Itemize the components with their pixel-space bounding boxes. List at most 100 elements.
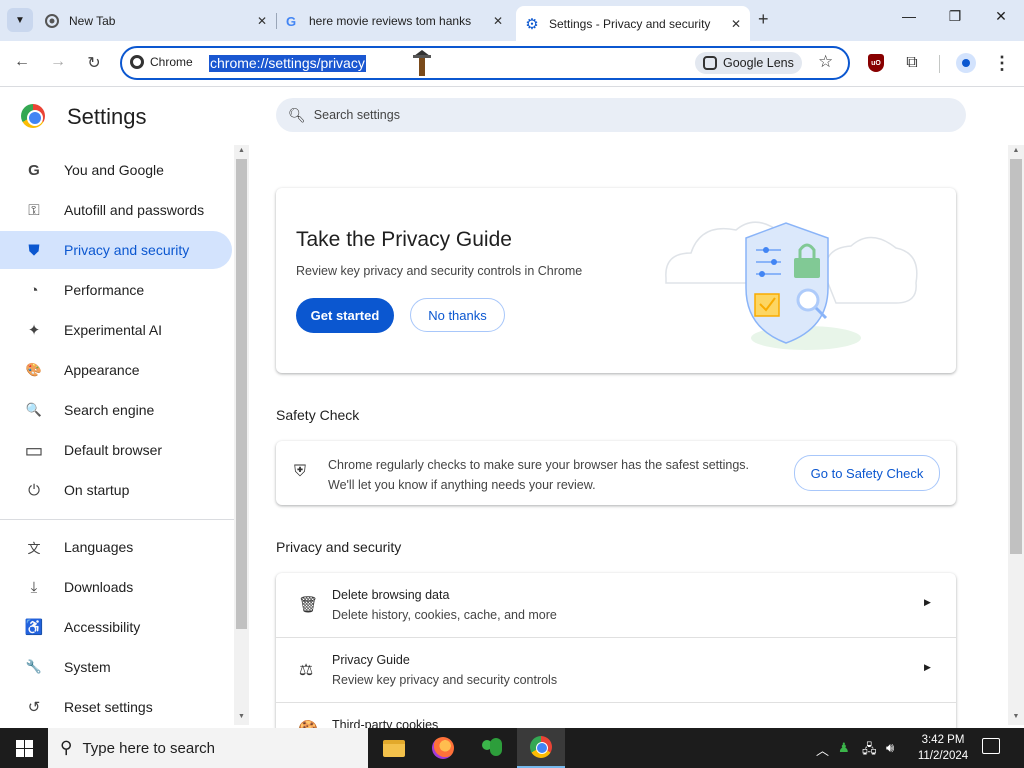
sidebar-item-label: Privacy and security bbox=[64, 242, 190, 258]
privacy-guide-title: Take the Privacy Guide bbox=[296, 228, 512, 251]
reload-button[interactable]: ↻ bbox=[82, 53, 106, 73]
people-tray-icon[interactable]: ♟ bbox=[838, 740, 850, 756]
search-placeholder: Search settings bbox=[313, 108, 400, 122]
scroll-down-icon[interactable]: ▼ bbox=[1008, 713, 1024, 720]
new-tab-button[interactable]: + bbox=[758, 9, 769, 30]
sidebar-item-accessibility[interactable]: ♿ Accessibility bbox=[0, 608, 232, 646]
site-info-chip[interactable]: Chrome bbox=[130, 55, 193, 69]
privacy-shield-illustration bbox=[665, 221, 918, 350]
google-lens-button[interactable]: Google Lens bbox=[695, 52, 802, 74]
sidebar-item-label: Languages bbox=[64, 539, 134, 555]
start-button[interactable] bbox=[0, 728, 48, 768]
toolbar-divider bbox=[939, 55, 940, 73]
sidebar-item-performance[interactable]: ◔ Performance bbox=[0, 271, 232, 309]
maximize-button[interactable]: ❐ bbox=[940, 8, 970, 25]
tab-separator bbox=[276, 13, 277, 29]
scrollbar-thumb[interactable] bbox=[236, 159, 247, 629]
network-icon[interactable]: 🖧 bbox=[862, 740, 877, 762]
sidebar-item-experimental-ai[interactable]: ✦ Experimental AI bbox=[0, 311, 232, 349]
chrome-icon bbox=[44, 13, 60, 29]
sidebar-item-downloads[interactable]: ⤓ Downloads bbox=[0, 568, 232, 606]
tab-search-button[interactable]: ▼ bbox=[7, 8, 33, 32]
get-started-button[interactable]: Get started bbox=[296, 298, 394, 333]
system-clock[interactable]: 3:42 PM 11/2/2024 bbox=[910, 732, 976, 764]
notification-icon[interactable] bbox=[982, 738, 1000, 754]
close-window-button[interactable]: ✕ bbox=[986, 8, 1016, 25]
scroll-up-icon[interactable]: ▲ bbox=[234, 147, 249, 154]
sidebar-item-appearance[interactable]: 🎨 Appearance bbox=[0, 351, 232, 389]
extensions-button[interactable]: ⧉ bbox=[902, 53, 922, 73]
chrome-icon bbox=[130, 55, 144, 69]
bookmark-star-icon[interactable]: ☆ bbox=[818, 52, 833, 72]
sidebar-item-privacy[interactable]: ⛊ Privacy and security bbox=[0, 231, 232, 269]
sidebar-item-default-browser[interactable]: ▭ Default browser bbox=[0, 431, 232, 469]
address-bar[interactable]: Chrome chrome://settings/privacy Google … bbox=[120, 46, 850, 80]
search-settings-input[interactable]: 🔍︎ Search settings bbox=[276, 98, 966, 132]
scrollbar-thumb[interactable] bbox=[1010, 159, 1022, 554]
tab-settings[interactable]: ⚙ Settings - Privacy and security ✕ bbox=[516, 6, 750, 41]
close-tab-icon[interactable]: ✕ bbox=[254, 14, 270, 28]
arrow-left-icon: ← bbox=[14, 53, 30, 70]
shield-check-icon: ⛨ bbox=[294, 463, 307, 480]
browser-toolbar: ← → ↻ Chrome chrome://settings/privacy G… bbox=[0, 41, 1024, 87]
privacy-guide-row[interactable]: ⚖ Privacy Guide Review key privacy and s… bbox=[276, 638, 956, 703]
tab-new-tab[interactable]: New Tab ✕ bbox=[44, 6, 270, 35]
tab-label: Settings - Privacy and security bbox=[549, 16, 711, 31]
sidebar-item-you-and-google[interactable]: G You and Google bbox=[0, 151, 232, 189]
sidebar-item-on-startup[interactable]: ⏻ On startup bbox=[0, 471, 232, 509]
privacy-guide-card: Take the Privacy Guide Review key privac… bbox=[276, 188, 956, 373]
sidebar-item-autofill[interactable]: ⚿ Autofill and passwords bbox=[0, 191, 232, 229]
scroll-up-icon[interactable]: ▲ bbox=[1008, 147, 1024, 154]
page-title: Settings bbox=[67, 104, 147, 129]
windows-taskbar: ⚲ Type here to search ︿ ♟ 🖧 🔊︎ 3:42 PM 1… bbox=[0, 728, 1024, 768]
firefox-button[interactable] bbox=[419, 728, 467, 768]
kebab-menu-icon: ⋮ bbox=[993, 52, 1011, 73]
sidebar-item-label: Downloads bbox=[64, 579, 134, 595]
sidebar-item-label: Search engine bbox=[64, 402, 155, 418]
row-subtitle: Delete history, cookies, cache, and more bbox=[332, 608, 557, 622]
sparkle-icon: ✦ bbox=[27, 322, 41, 339]
tab-bar: ▼ New Tab ✕ G here movie reviews tom han… bbox=[0, 0, 1024, 41]
menu-button[interactable]: ⋮ bbox=[992, 53, 1012, 73]
folder-icon bbox=[383, 739, 405, 757]
forward-button[interactable]: → bbox=[46, 53, 70, 71]
sidebar-item-system[interactable]: 🔧 System bbox=[0, 648, 232, 686]
sidebar-scrollbar[interactable]: ▲ ▼ bbox=[234, 145, 249, 725]
sidebar-item-reset-settings[interactable]: ↺ Reset settings bbox=[0, 688, 232, 726]
sidebar-item-label: Appearance bbox=[64, 362, 140, 378]
profile-button[interactable] bbox=[956, 53, 976, 73]
no-thanks-button[interactable]: No thanks bbox=[410, 298, 505, 332]
google-g-icon: G bbox=[28, 161, 40, 179]
close-tab-icon[interactable]: ✕ bbox=[490, 14, 506, 28]
ublock-icon: uO bbox=[868, 54, 884, 72]
chevron-up-icon[interactable]: ︿ bbox=[816, 740, 829, 759]
sidebar-item-search-engine[interactable]: 🔍 Search engine bbox=[0, 391, 232, 429]
delete-browsing-data-row[interactable]: 🗑 Delete browsing data Delete history, c… bbox=[276, 573, 956, 638]
tab-movie-reviews[interactable]: G here movie reviews tom hanks ✕ bbox=[284, 6, 506, 35]
main-scrollbar[interactable]: ▲ ▼ bbox=[1008, 145, 1024, 725]
chrome-taskbar-button[interactable] bbox=[517, 728, 565, 768]
safety-check-card: ⛨ Chrome regularly checks to make sure y… bbox=[276, 441, 956, 505]
go-to-safety-check-button[interactable]: Go to Safety Check bbox=[794, 455, 940, 491]
scroll-down-icon[interactable]: ▼ bbox=[234, 713, 249, 720]
sidebar-item-languages[interactable]: 文 Languages bbox=[0, 528, 232, 566]
taskbar-search-box[interactable]: ⚲ Type here to search bbox=[48, 728, 368, 768]
sidebar-item-label: Accessibility bbox=[64, 619, 141, 635]
browser-window-icon: ▭ bbox=[24, 439, 44, 462]
safety-check-line2: We'll let you know if anything needs you… bbox=[328, 478, 596, 492]
safety-check-description: Chrome regularly checks to make sure you… bbox=[328, 455, 749, 495]
palette-icon: 🎨 bbox=[25, 362, 43, 377]
volume-icon[interactable]: 🔊︎ bbox=[886, 740, 894, 756]
sidebar-item-label: Default browser bbox=[64, 442, 163, 458]
back-button[interactable]: ← bbox=[10, 53, 34, 71]
ublock-extension-button[interactable]: uO bbox=[866, 53, 886, 73]
people-app-button[interactable] bbox=[468, 728, 516, 768]
reset-icon: ↺ bbox=[27, 699, 41, 716]
file-explorer-button[interactable] bbox=[370, 728, 418, 768]
sidebar-divider bbox=[0, 519, 234, 520]
search-icon: ⚲ bbox=[60, 738, 73, 757]
close-tab-icon[interactable]: ✕ bbox=[728, 17, 744, 31]
clock-date: 11/2/2024 bbox=[917, 750, 969, 762]
url-text[interactable]: chrome://settings/privacy bbox=[209, 55, 366, 72]
minimize-button[interactable]: — bbox=[894, 8, 924, 24]
